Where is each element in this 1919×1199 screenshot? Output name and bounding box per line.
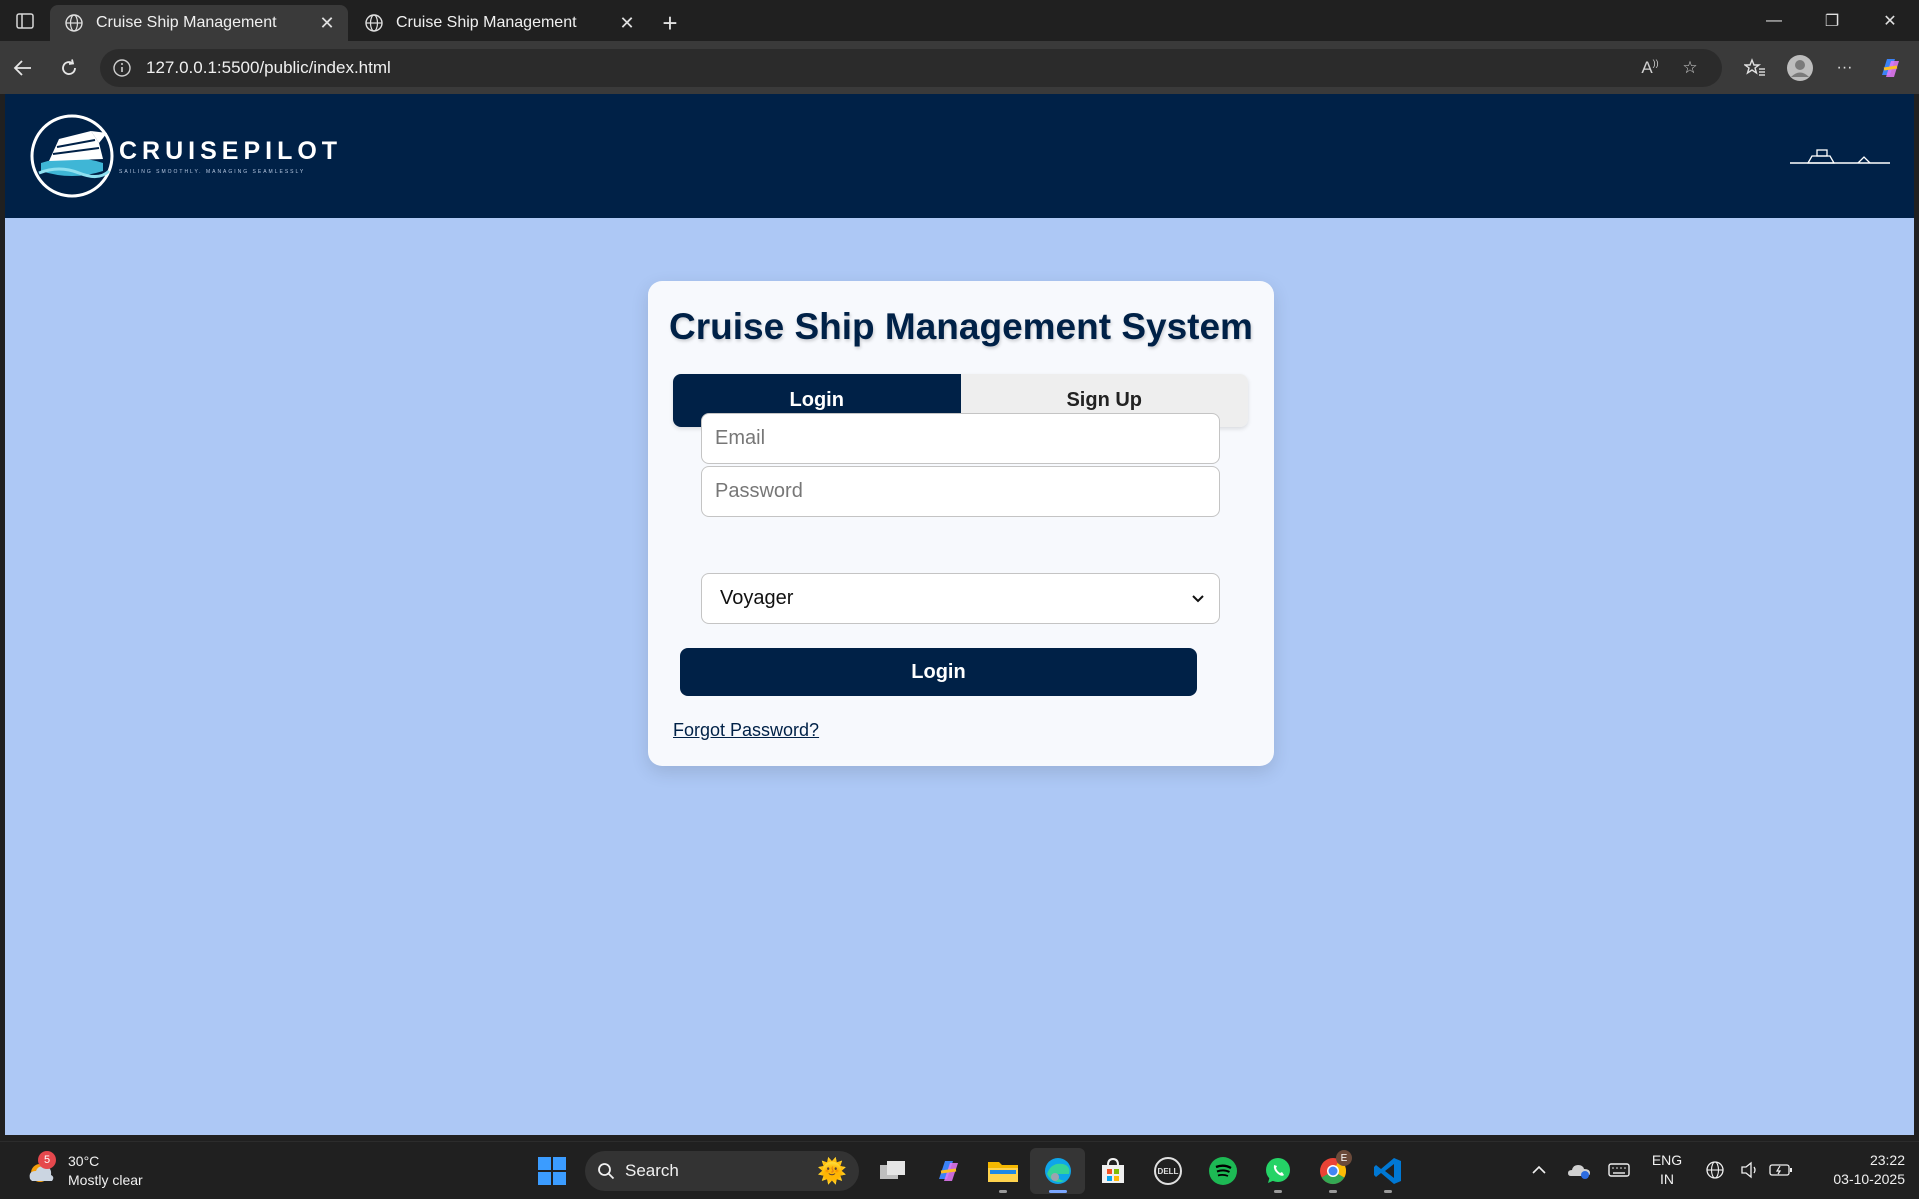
copilot-taskbar-icon[interactable] bbox=[920, 1148, 975, 1194]
role-select[interactable]: Voyager bbox=[701, 573, 1220, 624]
sidebar-toggle-icon[interactable] bbox=[0, 0, 50, 41]
new-tab-button[interactable]: + bbox=[650, 5, 690, 41]
site-logo[interactable]: CRUISEPILOT SAILING SMOOTHLY. MANAGING S… bbox=[29, 113, 342, 199]
profile-avatar-icon[interactable] bbox=[1777, 48, 1822, 88]
vscode-icon[interactable] bbox=[1360, 1148, 1415, 1194]
lang-line-2: IN bbox=[1660, 1171, 1674, 1187]
cruise-ship-logo-icon bbox=[30, 114, 114, 198]
page-viewport: CRUISEPILOT SAILING SMOOTHLY. MANAGING S… bbox=[5, 94, 1914, 1135]
battery-icon[interactable] bbox=[1765, 1146, 1797, 1194]
globe-icon bbox=[65, 14, 83, 32]
whatsapp-icon[interactable] bbox=[1250, 1148, 1305, 1194]
info-icon[interactable] bbox=[112, 58, 132, 78]
browser-toolbar: 127.0.0.1:5500/public/index.html A)) ☆ ·… bbox=[0, 41, 1919, 94]
tab-title: Cruise Ship Management bbox=[96, 14, 277, 31]
spotify-icon[interactable] bbox=[1195, 1148, 1250, 1194]
sun-emoji-icon: 🌞 bbox=[817, 1157, 847, 1185]
ship-silhouette-icon bbox=[1790, 149, 1890, 164]
edge-browser-icon[interactable] bbox=[1030, 1148, 1085, 1194]
keyboard-icon[interactable] bbox=[1599, 1146, 1639, 1194]
minimize-icon[interactable]: — bbox=[1745, 0, 1803, 41]
tab-title: Cruise Ship Management bbox=[396, 14, 577, 31]
weather-icon: 5 bbox=[22, 1151, 58, 1189]
chevron-down-icon bbox=[1192, 594, 1204, 602]
volume-icon[interactable] bbox=[1735, 1146, 1765, 1194]
site-header: CRUISEPILOT SAILING SMOOTHLY. MANAGING S… bbox=[5, 94, 1914, 218]
globe-icon bbox=[365, 14, 383, 32]
clock-date: 03-10-2025 bbox=[1833, 1171, 1905, 1187]
window-close-icon[interactable]: ✕ bbox=[1861, 0, 1919, 41]
email-field[interactable] bbox=[701, 413, 1220, 464]
more-options-icon[interactable]: ··· bbox=[1822, 48, 1867, 88]
os-taskbar: 5 30°C Mostly clear Search 🌞 DELL E ENG … bbox=[0, 1141, 1919, 1199]
brand-name: CRUISEPILOT bbox=[119, 137, 343, 165]
password-field[interactable] bbox=[701, 466, 1220, 517]
dell-icon[interactable]: DELL bbox=[1140, 1148, 1195, 1194]
chrome-icon[interactable]: E bbox=[1305, 1148, 1360, 1194]
file-explorer-icon[interactable] bbox=[975, 1148, 1030, 1194]
role-selected-value: Voyager bbox=[720, 587, 794, 609]
browser-tab-2[interactable]: Cruise Ship Management ✕ bbox=[350, 5, 648, 41]
forgot-password-link[interactable]: Forgot Password? bbox=[673, 720, 819, 741]
favorite-star-icon[interactable]: ☆ bbox=[1670, 58, 1710, 78]
weather-temp: 30°C bbox=[68, 1153, 100, 1169]
weather-badge: 5 bbox=[38, 1151, 56, 1169]
weather-desc: Mostly clear bbox=[68, 1172, 143, 1188]
taskbar-apps: Search 🌞 DELL E bbox=[524, 1148, 1415, 1194]
start-button[interactable] bbox=[524, 1148, 579, 1194]
search-label: Search bbox=[625, 1161, 679, 1180]
microsoft-store-icon[interactable] bbox=[1085, 1148, 1140, 1194]
task-view-icon[interactable] bbox=[865, 1148, 920, 1194]
taskbar-search[interactable]: Search 🌞 bbox=[585, 1151, 859, 1191]
browser-tab-1[interactable]: Cruise Ship Management ✕ bbox=[50, 5, 348, 41]
window-controls: — ❐ ✕ bbox=[1745, 0, 1919, 41]
weather-widget[interactable]: 5 30°C Mostly clear bbox=[22, 1151, 143, 1190]
network-globe-icon[interactable] bbox=[1695, 1146, 1735, 1194]
favorites-icon[interactable] bbox=[1732, 48, 1777, 88]
clock-time: 23:22 bbox=[1869, 1152, 1905, 1168]
copilot-icon[interactable] bbox=[1867, 48, 1912, 88]
language-indicator[interactable]: ENG IN bbox=[1639, 1151, 1695, 1189]
brand-tagline: SAILING SMOOTHLY. MANAGING SEAMLESSLY bbox=[119, 169, 306, 175]
read-aloud-icon[interactable]: A)) bbox=[1630, 58, 1670, 78]
address-bar[interactable]: 127.0.0.1:5500/public/index.html A)) ☆ bbox=[100, 48, 1722, 87]
windows-logo-icon bbox=[537, 1157, 566, 1185]
search-icon bbox=[598, 1163, 615, 1180]
page-title: Cruise Ship Management System bbox=[669, 306, 1253, 347]
reload-button[interactable] bbox=[46, 48, 92, 88]
onedrive-icon[interactable] bbox=[1559, 1146, 1599, 1194]
browser-actions: ··· bbox=[1732, 48, 1912, 88]
browser-tab-bar: Cruise Ship Management ✕ Cruise Ship Man… bbox=[0, 0, 1919, 41]
restore-icon[interactable]: ❐ bbox=[1803, 0, 1861, 41]
clock[interactable]: 23:22 03-10-2025 bbox=[1805, 1151, 1905, 1189]
close-icon[interactable]: ✕ bbox=[616, 13, 638, 34]
login-card: Cruise Ship Management System Login Sign… bbox=[648, 281, 1274, 766]
system-tray: ENG IN 23:22 03-10-2025 bbox=[1519, 1146, 1905, 1194]
back-button[interactable] bbox=[0, 48, 46, 88]
chrome-profile-badge: E bbox=[1336, 1150, 1352, 1166]
lang-line-1: ENG bbox=[1651, 1152, 1683, 1168]
reload-icon bbox=[62, 58, 76, 75]
svg-text:DELL: DELL bbox=[1157, 1167, 1178, 1176]
login-button[interactable]: Login bbox=[680, 648, 1197, 696]
close-icon[interactable]: ✕ bbox=[316, 13, 338, 34]
chevron-up-icon[interactable] bbox=[1519, 1146, 1559, 1194]
back-arrow-icon bbox=[13, 59, 31, 76]
url-text[interactable]: 127.0.0.1:5500/public/index.html bbox=[146, 58, 1630, 78]
